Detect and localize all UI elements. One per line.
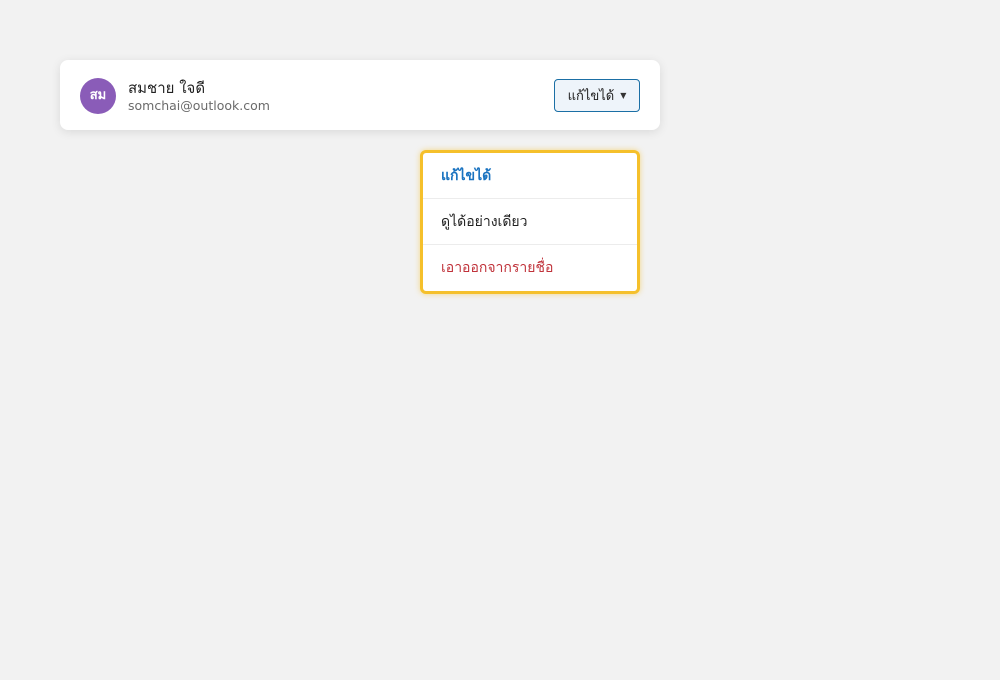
user-name: สมชาย ใจดี bbox=[128, 79, 206, 97]
caret-down-icon: ▼ bbox=[620, 91, 627, 100]
permission-dropdown-button[interactable]: แก้ไขได้ ▼ bbox=[554, 79, 640, 112]
avatar: สม bbox=[80, 78, 116, 114]
permission-menu: แก้ไขได้ ดูได้อย่างเดียว เอาออกจากรายชื่… bbox=[420, 150, 640, 294]
menu-item-can-edit[interactable]: แก้ไขได้ bbox=[423, 153, 637, 199]
permission-button-label: แก้ไขได้ bbox=[567, 89, 615, 104]
menu-item-view-only[interactable]: ดูได้อย่างเดียว bbox=[423, 199, 637, 245]
shared-user-card: สม สมชาย ใจดี somchai@outlook.com แก้ไขไ… bbox=[60, 60, 660, 130]
user-email: somchai@outlook.com bbox=[128, 98, 270, 113]
menu-item-remove[interactable]: เอาออกจากรายชื่อ bbox=[423, 245, 637, 291]
